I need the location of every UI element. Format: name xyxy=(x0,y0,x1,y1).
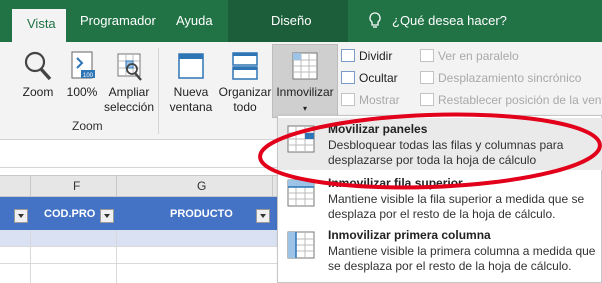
zoom-100-button[interactable]: 100 100% xyxy=(62,50,102,100)
grid-line xyxy=(116,230,117,283)
column-header-f[interactable]: F xyxy=(73,179,80,193)
arrange-all-label-1: Organizar xyxy=(218,85,272,99)
reset-position-icon xyxy=(420,93,434,106)
sync-scrolling-button[interactable]: Desplazamiento sincrónico xyxy=(420,70,600,86)
menu-item-title: Inmovilizar primera columna xyxy=(328,228,491,242)
hide-window-icon xyxy=(341,71,355,84)
sync-scroll-label: Desplazamiento sincrónico xyxy=(438,71,582,85)
zoom-selection-icon xyxy=(117,53,142,81)
lightbulb-icon xyxy=(369,12,381,28)
zoom-label: Zoom xyxy=(22,85,54,99)
filter-dropdown-button[interactable] xyxy=(100,209,114,223)
grid-line xyxy=(30,230,31,283)
menu-item-title: Inmovilizar fila superior xyxy=(328,176,463,190)
zoom-to-selection-button[interactable]: Ampliar selección xyxy=(102,50,156,115)
tab-ayuda[interactable]: Ayuda xyxy=(176,13,213,28)
header-cell-producto[interactable]: PRODUCTO xyxy=(170,208,233,220)
new-window-button[interactable]: Nueva ventana xyxy=(166,50,216,115)
tab-diseno[interactable]: Diseño xyxy=(271,13,311,28)
tab-vista[interactable]: Vista xyxy=(12,9,66,42)
svg-text:100: 100 xyxy=(83,73,94,79)
ribbon-tab-bar: Vista Programador Ayuda Diseño ¿Qué dese… xyxy=(0,0,602,42)
new-window-label-1: Nueva xyxy=(173,85,209,99)
reset-window-position-button[interactable]: Restablecer posición de la ventana xyxy=(420,92,602,108)
zoom-100-label: 100% xyxy=(66,85,98,99)
hide-button[interactable]: Ocultar xyxy=(341,70,411,86)
column-divider xyxy=(116,175,117,197)
tab-programador[interactable]: Programador xyxy=(80,13,156,28)
column-divider xyxy=(272,175,273,197)
hide-label: Ocultar xyxy=(359,71,398,85)
menu-item-freeze-top-row[interactable]: Inmovilizar fila superior Mantiene visib… xyxy=(278,172,602,224)
group-separator xyxy=(158,48,159,134)
menu-item-description: Mantiene visible la fila superior a medi… xyxy=(328,192,585,221)
tab-vista-label: Vista xyxy=(27,16,56,31)
tell-me-search[interactable]: ¿Qué desea hacer? xyxy=(392,13,507,28)
menu-item-description: Desbloquear todas las filas y columnas p… xyxy=(328,138,564,167)
magnifier-icon xyxy=(24,51,52,81)
zoom-selection-label-2: selección xyxy=(103,100,155,114)
menu-item-title: Movilizar paneles xyxy=(328,122,428,136)
unfreeze-panes-icon xyxy=(287,125,315,153)
filter-dropdown-button[interactable] xyxy=(256,209,270,223)
freeze-top-row-icon xyxy=(287,179,315,207)
column-header-g[interactable]: G xyxy=(197,179,206,193)
freeze-panes-icon xyxy=(292,52,318,80)
menu-item-freeze-first-column[interactable]: Inmovilizar primera columna Mantiene vis… xyxy=(278,224,602,276)
zoom-selection-label-1: Ampliar xyxy=(108,85,150,99)
unhide-label: Mostrar xyxy=(359,93,400,107)
view-side-by-side-button[interactable]: Ver en paralelo xyxy=(420,48,580,64)
chevron-down-icon: ▾ xyxy=(302,104,307,113)
sync-scroll-icon xyxy=(420,71,434,84)
freeze-first-column-icon xyxy=(287,231,315,259)
new-window-icon xyxy=(178,53,204,79)
menu-item-description: Mantiene visible la primera columna a me… xyxy=(328,244,596,273)
split-icon xyxy=(341,49,355,62)
arrange-all-label-2: todo xyxy=(233,100,257,114)
arrange-all-icon xyxy=(232,52,258,80)
split-button[interactable]: Dividir xyxy=(341,48,411,64)
freeze-panes-menu: Movilizar paneles Desbloquear todas las … xyxy=(277,115,602,283)
unhide-button[interactable]: Mostrar xyxy=(341,92,411,108)
arrange-all-button[interactable]: Organizar todo xyxy=(218,50,272,115)
unhide-window-icon xyxy=(341,93,355,106)
zoom-button[interactable]: Zoom xyxy=(16,50,60,100)
reset-position-label: Restablecer posición de la ventana xyxy=(438,93,602,107)
freeze-panes-button[interactable]: Inmovilizar ▾ xyxy=(272,50,338,116)
filter-dropdown-button[interactable] xyxy=(14,209,28,223)
zoom-100-icon: 100 xyxy=(71,51,95,79)
side-by-side-icon xyxy=(420,49,434,62)
column-divider xyxy=(30,175,31,197)
split-label: Dividir xyxy=(359,49,393,63)
menu-item-unfreeze-panes[interactable]: Movilizar paneles Desbloquear todas las … xyxy=(278,118,602,170)
new-window-label-2: ventana xyxy=(169,100,213,114)
side-by-side-label: Ver en paralelo xyxy=(438,49,519,63)
zoom-group-label: Zoom xyxy=(72,119,103,133)
header-cell-codprod[interactable]: COD.PRO xyxy=(44,208,95,220)
freeze-panes-label: Inmovilizar xyxy=(276,85,334,99)
